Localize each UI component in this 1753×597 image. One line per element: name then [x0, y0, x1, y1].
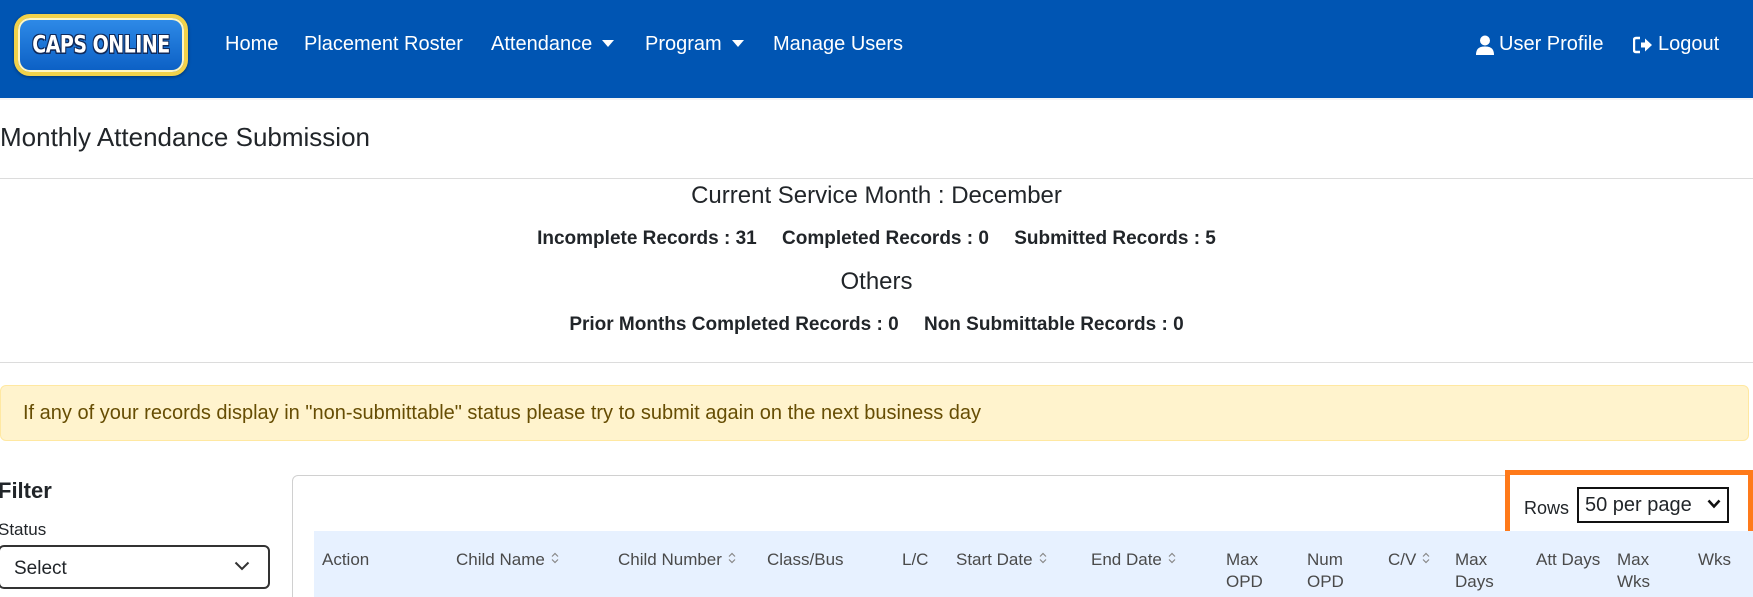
column-header-label: Child Name: [456, 550, 545, 569]
others-heading: Others: [840, 268, 913, 295]
chevron-down-icon: [234, 561, 250, 571]
table-header: Action Child Name Child Number Class/Bus…: [314, 531, 1753, 597]
caps-online-logo[interactable]: CAPS ONLINE: [14, 14, 188, 76]
nav-attendance-dropdown[interactable]: Attendance: [491, 33, 615, 56]
filter-heading: Filter: [0, 478, 52, 503]
nav-placement-roster[interactable]: Placement Roster: [304, 33, 463, 56]
column-header-max-opd: Max OPD: [1226, 549, 1263, 593]
nav-user-profile[interactable]: User Profile: [1476, 33, 1603, 56]
column-header-label: C/V: [1388, 550, 1417, 569]
column-header-label: Num: [1307, 550, 1343, 569]
column-header-label: Wks: [1698, 550, 1732, 569]
user-icon: [1476, 35, 1494, 55]
warning-alert-text: If any of your records display in "non-s…: [23, 402, 982, 424]
non-submittable-records: Non Submittable Records : 0: [923, 314, 1184, 335]
column-header-label-line2: OPD: [1226, 572, 1263, 591]
sort-icon: [551, 552, 559, 564]
caret-down-icon: [731, 40, 744, 47]
others-summary: Prior Months Completed Records : 0 Non S…: [0, 314, 1753, 336]
completed-records: Completed Records : 0: [782, 228, 989, 249]
page-title: Monthly Attendance Submission: [0, 122, 370, 152]
column-header-end-date[interactable]: End Date: [1091, 549, 1176, 571]
warning-alert: If any of your records display in "non-s…: [0, 385, 1749, 441]
nav-program-dropdown[interactable]: Program: [645, 33, 744, 56]
nav-attendance-label: Attendance: [491, 33, 593, 55]
column-header-child-number[interactable]: Child Number: [618, 549, 736, 571]
column-header-action: Action: [322, 549, 369, 571]
divider: [0, 362, 1753, 363]
incomplete-records: Incomplete Records : 31: [537, 228, 757, 249]
nav-program-label: Program: [645, 33, 722, 55]
status-select-value: Select: [14, 558, 67, 579]
records-summary: Incomplete Records : 31 Completed Record…: [0, 228, 1753, 250]
prior-months-completed-records: Prior Months Completed Records : 0: [569, 314, 899, 335]
rows-per-page-select[interactable]: 50 per page: [1577, 487, 1729, 523]
column-header-class-bus: Class/Bus: [767, 549, 844, 571]
column-header-lc: L/C: [902, 549, 928, 571]
rows-per-page-value: 50 per page: [1585, 494, 1692, 516]
nav-manage-users[interactable]: Manage Users: [773, 33, 903, 56]
divider: [0, 178, 1753, 179]
chevron-down-icon: [1707, 499, 1721, 509]
sort-icon: [728, 552, 736, 564]
column-header-label: End Date: [1091, 550, 1162, 569]
column-header-label: Max: [1226, 550, 1259, 569]
submitted-records: Submitted Records : 5: [1014, 228, 1216, 249]
status-select[interactable]: Select: [0, 545, 270, 589]
column-header-att-days: Att Days: [1536, 549, 1600, 571]
rows-per-page-control: Rows 50 per page: [1505, 470, 1753, 536]
status-label: Status: [0, 520, 47, 539]
column-header-max-wks: Max Wks: [1617, 549, 1650, 593]
column-header-child-name[interactable]: Child Name: [456, 549, 559, 571]
logout-icon: [1633, 36, 1652, 53]
nav-user-profile-label: User Profile: [1499, 33, 1604, 55]
column-header-start-date[interactable]: Start Date: [956, 549, 1047, 571]
column-header-label: Max: [1617, 550, 1650, 569]
rows-label: Rows: [1524, 498, 1570, 518]
nav-placement-roster-label: Placement Roster: [304, 33, 463, 55]
logo-text: CAPS ONLINE: [32, 31, 170, 59]
top-navbar: CAPS ONLINE Home Placement Roster Attend…: [0, 0, 1753, 100]
nav-manage-users-label: Manage Users: [773, 33, 904, 55]
column-header-label: Action: [322, 550, 370, 569]
column-header-label-line2: OPD: [1307, 572, 1344, 591]
sort-icon: [1039, 552, 1046, 564]
sort-icon: [1422, 552, 1430, 564]
column-header-cv[interactable]: C/V: [1388, 549, 1430, 571]
current-service-month: Current Service Month : December: [691, 182, 1062, 209]
nav-logout-label: Logout: [1658, 33, 1720, 55]
sort-icon: [1168, 552, 1176, 564]
column-header-label: Child Number: [618, 550, 722, 569]
column-header-num-opd: Num OPD: [1307, 549, 1344, 593]
nav-logout[interactable]: Logout: [1633, 33, 1719, 56]
column-header-label: L/C: [902, 550, 929, 569]
column-header-label: Start Date: [956, 550, 1033, 569]
column-header-max-days: Max Days: [1455, 549, 1494, 593]
nav-home[interactable]: Home: [225, 33, 278, 56]
column-header-label-line2: Days: [1455, 572, 1494, 591]
column-header-label-line2: Wks: [1617, 572, 1651, 591]
nav-home-label: Home: [225, 33, 279, 55]
caret-down-icon: [602, 40, 615, 47]
column-header-label: Att Days: [1536, 550, 1601, 569]
column-header-label: Max: [1455, 550, 1488, 569]
column-header-label: Class/Bus: [767, 550, 844, 569]
column-header-wks: Wks: [1698, 549, 1731, 571]
